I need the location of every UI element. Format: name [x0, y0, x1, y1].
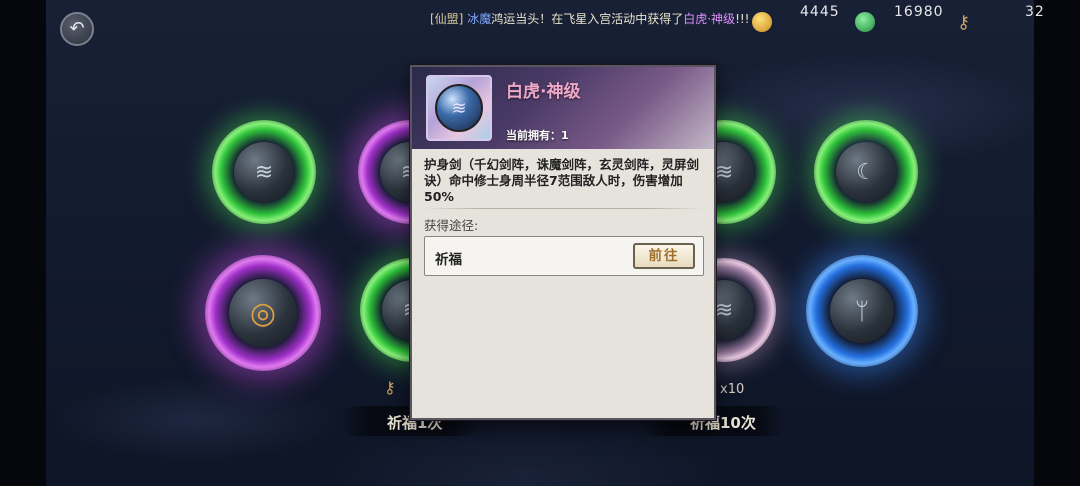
divider — [424, 208, 704, 209]
broadcast-ticker: [仙盟] 冰魔鸿运当头！在飞星入宫活动中获得了白虎·神级!!! — [430, 10, 750, 27]
prize-orb-1[interactable]: ≋ — [212, 120, 316, 224]
prize-orb-4[interactable]: ☾ — [814, 120, 918, 224]
popup-header: ≋ 白虎·神级 当前拥有：1 — [412, 67, 714, 149]
item-description: 护身剑（千幻剑阵，诛魔剑阵，玄灵剑阵，灵屏剑诀）命中修士身周半径7范围敌人时，伤… — [424, 157, 700, 204]
antler-icon: ᛘ — [830, 279, 894, 343]
item-icon-frame: ≋ — [426, 75, 492, 141]
gold-value: 4445 — [800, 4, 840, 20]
owned-label: 当前拥有： — [506, 129, 561, 142]
ring-wreath-icon: ◎ — [229, 279, 297, 347]
item-detail-popup: ≋ 白虎·神级 当前拥有：1 护身剑（千幻剑阵，诛魔剑阵，玄灵剑阵，灵屏剑诀）命… — [410, 65, 716, 420]
green-gem-icon — [855, 12, 875, 32]
broadcast-player: 冰魔 — [467, 12, 492, 26]
moon-icon: ☾ — [836, 142, 896, 202]
gold-ingot-icon — [752, 12, 772, 32]
source-heading: 获得途径: — [424, 218, 479, 233]
prize-orb-8[interactable]: ᛘ — [806, 255, 918, 367]
tiger-claw-icon: ≋ — [435, 84, 483, 132]
right-letterbox — [1034, 0, 1080, 486]
broadcast-suffix: !!! — [735, 12, 750, 26]
broadcast-tag: [仙盟] — [430, 12, 464, 26]
left-letterbox — [0, 0, 46, 486]
item-title: 白虎·神级 — [506, 82, 581, 102]
goto-button[interactable]: 前往 — [633, 243, 695, 269]
draw-ten-cost: x10 — [720, 382, 745, 397]
owned-count: 当前拥有：1 — [506, 127, 569, 143]
source-row: 祈福 前往 — [424, 236, 704, 276]
source-name: 祈福 — [435, 252, 462, 268]
broadcast-message: 鸿运当头！在飞星入宫活动中获得了 — [491, 12, 684, 26]
key-value: 32 — [1025, 4, 1045, 20]
owned-value: 1 — [561, 129, 569, 142]
claw-mark-icon: ≋ — [234, 142, 294, 202]
prize-orb-5[interactable]: ◎ — [205, 255, 321, 371]
gem-currency — [855, 10, 875, 34]
gem-value: 16980 — [894, 4, 944, 20]
back-arrow-icon: ↶ — [69, 18, 85, 39]
key-icon: ⚷ — [957, 11, 971, 33]
broadcast-item: 白虎·神级 — [683, 12, 736, 26]
key-currency: ⚷ — [957, 10, 970, 34]
key-icon: ⚷ — [384, 378, 396, 397]
gold-currency — [752, 10, 772, 34]
back-button[interactable]: ↶ — [60, 12, 94, 46]
